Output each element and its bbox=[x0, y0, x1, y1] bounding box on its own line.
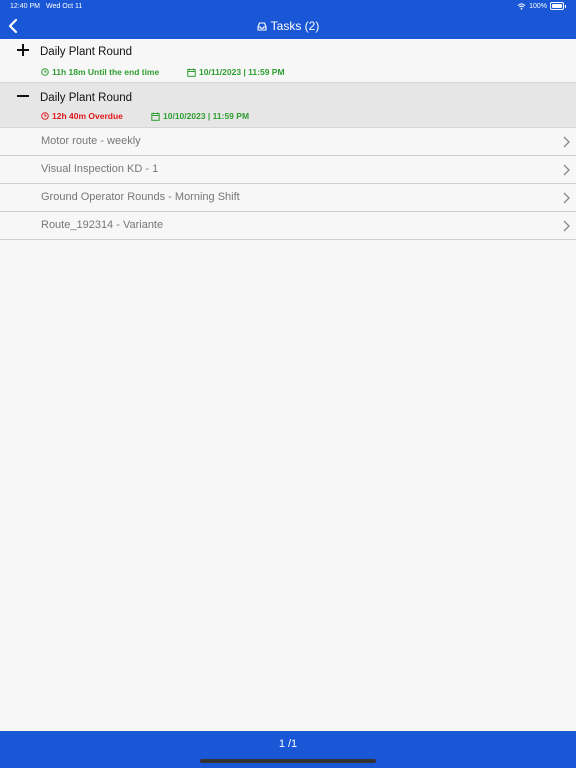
expand-plus-icon[interactable] bbox=[16, 43, 30, 57]
chevron-right-icon bbox=[563, 220, 570, 232]
inbox-icon bbox=[257, 21, 267, 31]
home-indicator[interactable] bbox=[200, 759, 376, 763]
chevron-right-icon bbox=[563, 164, 570, 176]
battery-percent: 100% bbox=[529, 2, 547, 10]
task-group-title: Daily Plant Round bbox=[40, 46, 133, 58]
status-date: Wed Oct 11 bbox=[46, 3, 83, 10]
clock-icon bbox=[41, 112, 49, 120]
navigation-bar: 12:40 PM Wed Oct 11 100% Tasks (2) bbox=[0, 0, 576, 39]
page-title-text: Tasks (2) bbox=[270, 19, 320, 33]
chevron-right-icon bbox=[563, 136, 570, 148]
chevron-right-icon bbox=[563, 192, 570, 204]
due-date-text: 10/10/2023 | 11:59 PM bbox=[163, 111, 250, 121]
list-item[interactable]: Motor route - weekly bbox=[0, 128, 576, 156]
battery-icon bbox=[550, 2, 564, 10]
route-label: Ground Operator Rounds - Morning Shift bbox=[41, 191, 240, 203]
due-date: 10/11/2023 | 11:59 PM bbox=[187, 67, 285, 77]
task-group-expanded[interactable]: Daily Plant Round 12h 40m Overdue 10/10/… bbox=[0, 83, 576, 128]
time-overdue: 12h 40m Overdue bbox=[41, 111, 123, 121]
route-list: Motor route - weekly Visual Inspection K… bbox=[0, 128, 576, 240]
wifi-icon bbox=[517, 2, 526, 10]
page-indicator: 1 /1 bbox=[278, 738, 298, 750]
clock-icon bbox=[41, 68, 49, 76]
route-label: Motor route - weekly bbox=[41, 135, 141, 147]
due-date: 10/10/2023 | 11:59 PM bbox=[151, 111, 249, 121]
page-title: Tasks (2) bbox=[0, 19, 576, 33]
route-label: Visual Inspection KD - 1 bbox=[41, 163, 159, 175]
status-indicators: 100% bbox=[517, 2, 566, 10]
calendar-icon bbox=[187, 68, 196, 77]
time-overdue-text: 12h 40m Overdue bbox=[52, 111, 123, 121]
route-label: Route_192314 - Variante bbox=[41, 219, 164, 231]
battery-tip bbox=[565, 4, 566, 8]
pagination-bar: 1 /1 bbox=[0, 731, 576, 768]
time-remaining: 11h 18m Until the end time bbox=[41, 67, 159, 77]
task-group-title: Daily Plant Round bbox=[40, 92, 133, 104]
list-item[interactable]: Visual Inspection KD - 1 bbox=[0, 156, 576, 184]
due-date-text: 10/11/2023 | 11:59 PM bbox=[199, 67, 285, 77]
calendar-icon bbox=[151, 112, 160, 121]
collapse-minus-icon[interactable] bbox=[16, 89, 30, 103]
list-item[interactable]: Route_192314 - Variante bbox=[0, 212, 576, 240]
status-time: 12:40 PM bbox=[10, 3, 40, 10]
task-group-collapsed[interactable]: Daily Plant Round 11h 18m Until the end … bbox=[0, 39, 576, 83]
time-remaining-text: 11h 18m Until the end time bbox=[52, 67, 160, 77]
list-item[interactable]: Ground Operator Rounds - Morning Shift bbox=[0, 184, 576, 212]
